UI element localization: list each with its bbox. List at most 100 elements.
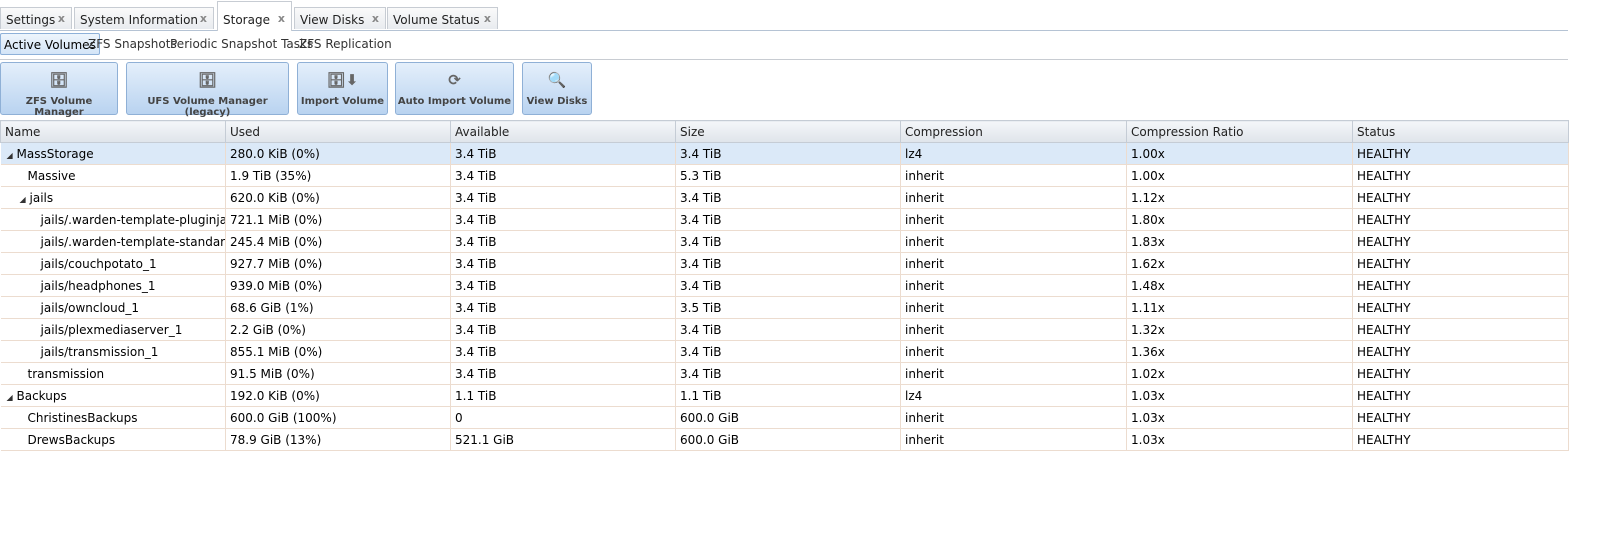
cell-status: HEALTHY xyxy=(1352,230,1569,253)
table-row[interactable]: ◢ jails 620.0 KiB (0%) 3.4 TiB 3.4 TiB inheri… xyxy=(0,186,1569,209)
column-header[interactable]: Compression xyxy=(900,120,1127,143)
column-header[interactable]: Compression Ratio xyxy=(1126,120,1353,143)
close-icon[interactable]: x xyxy=(278,12,285,25)
cell-size: 3.4 TiB xyxy=(675,318,901,341)
tab-settings[interactable]: Settings x xyxy=(0,7,72,29)
cell-text: 1.00x xyxy=(1131,146,1165,161)
ufs-volume-manager-button[interactable]: 🗄 UFS Volume Manager (legacy) xyxy=(126,62,289,118)
cell-compression-ratio: 1.62x xyxy=(1126,252,1353,275)
cell-status: HEALTHY xyxy=(1352,186,1569,209)
cell-compression: inherit xyxy=(900,406,1127,429)
cell-size: 3.5 TiB xyxy=(675,296,901,319)
cell-available: 3.4 TiB xyxy=(450,318,676,341)
cell-compression-ratio: 1.80x xyxy=(1126,208,1353,231)
cell-text: 3.4 TiB xyxy=(455,146,497,161)
close-icon[interactable]: x xyxy=(372,12,379,25)
auto-import-volume-button[interactable]: ⟳ Auto Import Volume xyxy=(395,62,514,115)
cell-text: 3.4 TiB xyxy=(680,190,722,205)
cell-text: 3.4 TiB xyxy=(680,146,722,161)
column-header[interactable]: Size xyxy=(675,120,901,143)
cell-used: 68.6 GiB (1%) xyxy=(225,296,451,319)
disk-search-icon: 🔍 xyxy=(547,71,567,89)
cell-size: 3.4 TiB xyxy=(675,230,901,253)
cell-text: jails/transmission_1 xyxy=(40,344,159,359)
collapse-arrow-icon[interactable]: ◢ xyxy=(20,195,30,204)
tab-system-information[interactable]: System Information x xyxy=(74,7,214,29)
collapse-arrow-icon[interactable]: ◢ xyxy=(7,151,17,160)
view-disks-button[interactable]: 🔍 View Disks xyxy=(522,62,592,115)
collapse-arrow-icon[interactable]: ◢ xyxy=(7,393,17,402)
cell-text: inherit xyxy=(905,190,944,205)
table-row[interactable]: DrewsBackups 78.9 GiB (13%) 521.1 GiB 600.0… xyxy=(0,428,1569,451)
cell-text: HEALTHY xyxy=(1357,432,1411,447)
close-icon[interactable]: x xyxy=(200,12,207,25)
cell-name: ◢ MassStorage xyxy=(0,142,226,165)
cell-used: 855.1 MiB (0%) xyxy=(225,340,451,363)
cell-text: HEALTHY xyxy=(1357,300,1411,315)
tab-label: Settings xyxy=(6,13,56,27)
close-icon[interactable]: x xyxy=(484,12,491,25)
cell-available: 521.1 GiB xyxy=(450,428,676,451)
subtab-zfs-replication[interactable]: ZFS Replication xyxy=(296,33,395,55)
cell-used: 245.4 MiB (0%) xyxy=(225,230,451,253)
button-label: Import Volume xyxy=(300,96,385,107)
cell-name: DrewsBackups xyxy=(0,428,226,451)
cell-compression-ratio: 1.11x xyxy=(1126,296,1353,319)
table-row[interactable]: jails/couchpotato_1 927.7 MiB (0%) 3.4 TiB… xyxy=(0,252,1569,275)
table-row[interactable]: Massive 1.9 TiB (35%) 3.4 TiB 5.3 TiB inheri… xyxy=(0,164,1569,187)
table-row[interactable]: ◢ MassStorage 280.0 KiB (0%) 3.4 TiB 3.4 TiB… xyxy=(0,142,1569,165)
cell-text: HEALTHY xyxy=(1357,256,1411,271)
cell-text: 68.6 GiB (1%) xyxy=(230,300,314,315)
subtab-zfs-snapshots[interactable]: ZFS Snapshots xyxy=(85,33,180,55)
cell-available: 3.4 TiB xyxy=(450,340,676,363)
cell-compression: inherit xyxy=(900,428,1127,451)
cell-available: 3.4 TiB xyxy=(450,230,676,253)
cell-available: 3.4 TiB xyxy=(450,142,676,165)
cell-status: HEALTHY xyxy=(1352,142,1569,165)
subtab-periodic-snapshot-tasks[interactable]: Periodic Snapshot Tasks xyxy=(167,33,316,55)
cell-compression: lz4 xyxy=(900,142,1127,165)
table-row[interactable]: ◢ Backups 192.0 KiB (0%) 1.1 TiB 1.1 TiB lz4 1… xyxy=(0,384,1569,407)
zfs-volume-manager-button[interactable]: 🗄 ZFS Volume Manager xyxy=(0,62,118,118)
column-header[interactable]: Name xyxy=(0,120,226,143)
cell-text: 280.0 KiB (0%) xyxy=(230,146,320,161)
tab-view-disks[interactable]: View Disks x xyxy=(294,7,386,29)
close-icon[interactable]: x xyxy=(58,12,65,25)
table-row[interactable]: jails/.warden-template-pluginjail 721.1 M… xyxy=(0,208,1569,231)
table-row[interactable]: transmission 91.5 MiB (0%) 3.4 TiB 3.4 TiB i… xyxy=(0,362,1569,385)
cell-compression-ratio: 1.03x xyxy=(1126,384,1353,407)
cell-text: 91.5 MiB (0%) xyxy=(230,366,315,381)
cell-status: HEALTHY xyxy=(1352,362,1569,385)
cell-text: 1.83x xyxy=(1131,234,1165,249)
cell-text: lz4 xyxy=(905,388,923,403)
column-header[interactable]: Used xyxy=(225,120,451,143)
table-row[interactable]: jails/.warden-template-standard 245.4 MiB… xyxy=(0,230,1569,253)
cell-text: inherit xyxy=(905,234,944,249)
cell-text: 721.1 MiB (0%) xyxy=(230,212,323,227)
import-volume-button[interactable]: 🗄⬇ Import Volume xyxy=(297,62,388,115)
volumes-table: Name Used Available Size Compression Compress… xyxy=(0,120,1569,451)
tab-label: Volume Status xyxy=(393,13,480,27)
cell-text: jails xyxy=(29,190,54,205)
column-header[interactable]: Status xyxy=(1352,120,1569,143)
cell-name: jails/couchpotato_1 xyxy=(0,252,226,275)
cell-compression: inherit xyxy=(900,362,1127,385)
cell-status: HEALTHY xyxy=(1352,318,1569,341)
table-row[interactable]: jails/plexmediaserver_1 2.2 GiB (0%) 3.4 T… xyxy=(0,318,1569,341)
cell-compression-ratio: 1.00x xyxy=(1126,164,1353,187)
column-header[interactable]: Available xyxy=(450,120,676,143)
cell-compression-ratio: 1.03x xyxy=(1126,428,1353,451)
table-row[interactable]: jails/owncloud_1 68.6 GiB (1%) 3.4 TiB 3.5 … xyxy=(0,296,1569,319)
cell-text: 78.9 GiB (13%) xyxy=(230,432,322,447)
cell-compression-ratio: 1.12x xyxy=(1126,186,1353,209)
cell-size: 1.1 TiB xyxy=(675,384,901,407)
table-row[interactable]: ChristinesBackups 600.0 GiB (100%) 0 600.0 … xyxy=(0,406,1569,429)
cell-text: HEALTHY xyxy=(1357,168,1411,183)
cell-text: inherit xyxy=(905,256,944,271)
tab-storage[interactable]: Storage x xyxy=(217,1,292,31)
table-row[interactable]: jails/headphones_1 939.0 MiB (0%) 3.4 TiB 3… xyxy=(0,274,1569,297)
tab-volume-status[interactable]: Volume Status x xyxy=(387,7,498,29)
table-row[interactable]: jails/transmission_1 855.1 MiB (0%) 3.4 Ti… xyxy=(0,340,1569,363)
cell-text: inherit xyxy=(905,432,944,447)
cell-size: 3.4 TiB xyxy=(675,252,901,275)
